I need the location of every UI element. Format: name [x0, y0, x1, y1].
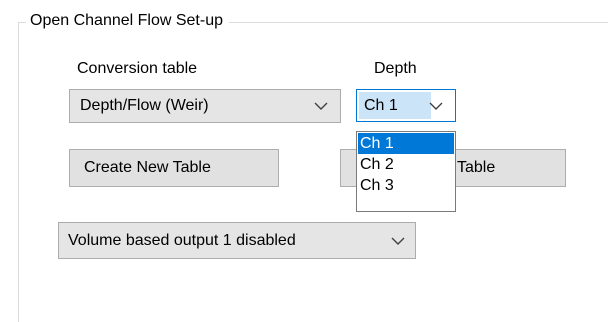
depth-dropdown-list: Ch 1 Ch 2 Ch 3	[356, 131, 456, 212]
volume-output-selected-value: Volume based output 1 disabled	[68, 231, 296, 249]
dropdown-option-ch1[interactable]: Ch 1	[358, 133, 454, 154]
depth-channel-select[interactable]: Ch 1	[356, 89, 456, 122]
create-new-table-label: Create New Table	[84, 159, 211, 176]
depth-selected-value: Ch 1	[364, 96, 398, 114]
dropdown-option-ch2[interactable]: Ch 2	[358, 154, 454, 175]
depth-label: Depth	[374, 60, 417, 77]
chevron-down-icon	[429, 102, 443, 110]
conversion-table-label: Conversion table	[77, 60, 198, 77]
volume-output-select[interactable]: Volume based output 1 disabled	[58, 222, 416, 259]
conversion-table-selected-value: Depth/Flow (Weir)	[80, 97, 209, 114]
create-new-table-button[interactable]: Create New Table	[69, 149, 279, 187]
chevron-down-icon	[391, 237, 405, 245]
chevron-down-icon	[314, 102, 328, 110]
groupbox-title: Open Channel Flow Set-up	[26, 11, 229, 31]
edit-table-label: Table	[457, 159, 496, 176]
conversion-table-select[interactable]: Depth/Flow (Weir)	[69, 89, 341, 123]
dropdown-option-ch3[interactable]: Ch 3	[358, 175, 454, 196]
